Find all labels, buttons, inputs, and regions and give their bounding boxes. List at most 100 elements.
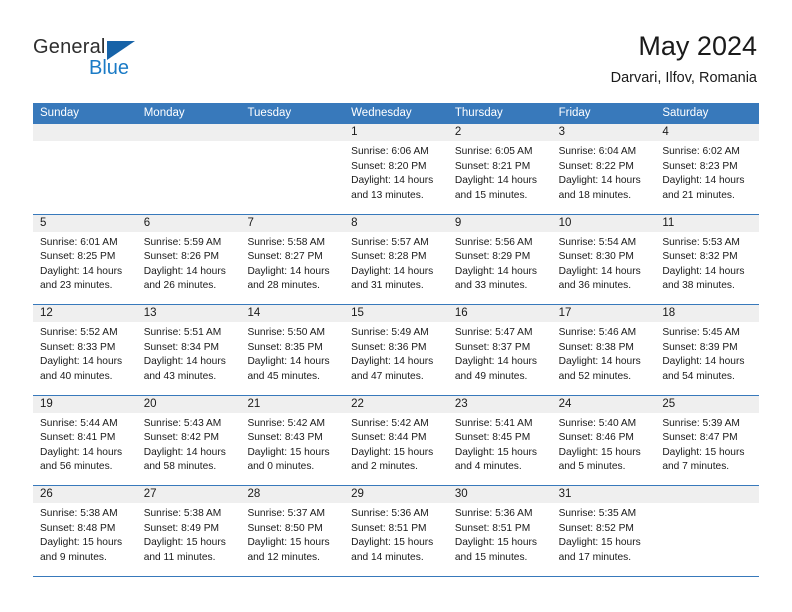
sunset-text: Sunset: 8:50 PM	[247, 522, 323, 534]
daylight-text-line2: and 38 minutes.	[662, 280, 735, 292]
day-sun-info: Sunrise: 5:53 AM Sunset: 8:32 PM Daylight:…	[655, 232, 759, 294]
day-cell-3[interactable]: 3 Sunrise: 6:04 AM Sunset: 8:22 PM Daylight…	[551, 124, 656, 214]
day-number: 31	[551, 486, 656, 503]
day-sun-info: Sunrise: 5:45 AM Sunset: 8:39 PM Daylight:…	[655, 322, 759, 384]
day-cell-29[interactable]: 29 Sunrise: 5:36 AM Sunset: 8:51 PM Dayligh…	[344, 486, 448, 576]
general-blue-logo[interactable]: General Blue	[33, 36, 213, 86]
day-cell-5[interactable]: 5 Sunrise: 6:01 AM Sunset: 8:25 PM Daylight…	[33, 214, 137, 304]
day-cell-18[interactable]: 18 Sunrise: 5:45 AM Sunset: 8:39 PM Dayligh…	[655, 305, 760, 395]
day-number: 8	[344, 214, 448, 232]
day-sun-info: Sunrise: 6:06 AM Sunset: 8:20 PM Daylight:…	[344, 141, 448, 203]
daylight-text-line2: and 33 minutes.	[454, 280, 528, 292]
sunrise-text: Sunrise: 5:37 AM	[247, 508, 326, 519]
daylight-text-line1: Daylight: 15 hours	[454, 446, 537, 458]
daylight-text-line1: Daylight: 14 hours	[454, 175, 537, 187]
daylight-text-line2: and 45 minutes.	[247, 370, 320, 382]
sunrise-text: Sunrise: 5:39 AM	[662, 417, 740, 429]
page-title: May 2024	[638, 31, 757, 61]
sunrise-text: Sunrise: 5:46 AM	[558, 327, 637, 338]
daylight-text-line1: Daylight: 14 hours	[662, 265, 745, 277]
sunset-text: Sunset: 8:28 PM	[351, 251, 427, 263]
sunset-text: Sunset: 8:29 PM	[454, 251, 531, 263]
day-number: 9	[447, 214, 552, 232]
day-cell-10[interactable]: 10 Sunrise: 5:54 AM Sunset: 8:30 PM Dayligh…	[551, 214, 656, 304]
day-number: 15	[344, 305, 448, 322]
day-cell-16[interactable]: 16 Sunrise: 5:47 AM Sunset: 8:37 PM Dayligh…	[447, 305, 552, 395]
weekday-header-friday: Friday	[558, 107, 591, 119]
day-number: 5	[33, 214, 137, 232]
daylight-text-line1: Daylight: 14 hours	[454, 265, 537, 277]
day-cell-4[interactable]: 4 Sunrise: 6:02 AM Sunset: 8:23 PM Daylight…	[655, 124, 760, 214]
day-cell-21[interactable]: 21 Sunrise: 5:42 AM Sunset: 8:43 PM Dayligh…	[240, 395, 345, 485]
day-cell-6[interactable]: 6 Sunrise: 5:59 AM Sunset: 8:26 PM Daylight…	[136, 214, 241, 304]
day-cell-11[interactable]: 11 Sunrise: 5:53 AM Sunset: 8:32 PM Dayligh…	[655, 214, 760, 304]
day-cell-27[interactable]: 27 Sunrise: 5:38 AM Sunset: 8:49 PM Dayligh…	[136, 486, 241, 576]
day-cell-14[interactable]: 14 Sunrise: 5:50 AM Sunset: 8:35 PM Dayligh…	[240, 305, 345, 395]
sunrise-text: Sunrise: 5:53 AM	[662, 236, 740, 248]
daylight-text-line2: and 26 minutes.	[143, 280, 217, 292]
day-number: 6	[136, 214, 241, 232]
daylight-text-line1: Daylight: 14 hours	[558, 356, 641, 368]
day-number: 22	[344, 395, 448, 413]
day-cell-8[interactable]: 8 Sunrise: 5:57 AM Sunset: 8:28 PM Daylight…	[344, 214, 448, 304]
daylight-text-line2: and 56 minutes.	[40, 461, 113, 473]
day-number: 4	[655, 124, 760, 141]
sunset-text: Sunset: 8:30 PM	[558, 251, 634, 263]
daylight-text-line2: and 52 minutes.	[558, 370, 632, 382]
calendar-week-row: 5 Sunrise: 6:01 AM Sunset: 8:25 PM Daylight…	[33, 214, 760, 305]
day-cell-24[interactable]: 24 Sunrise: 5:40 AM Sunset: 8:46 PM Dayligh…	[551, 395, 656, 485]
daylight-text-line1: Daylight: 14 hours	[454, 356, 537, 368]
calendar-week-row: 26 Sunrise: 5:38 AM Sunset: 8:48 PM Dayligh…	[33, 486, 760, 577]
sunrise-text: Sunrise: 5:38 AM	[40, 508, 118, 519]
day-cell-12[interactable]: 12 Sunrise: 5:52 AM Sunset: 8:33 PM Dayligh…	[33, 305, 137, 395]
sunrise-text: Sunrise: 6:06 AM	[351, 146, 429, 157]
calendar-page: General Blue May 2024 Darvari, Ilfov, Ro…	[0, 0, 792, 612]
daylight-text-line2: and 23 minutes.	[40, 280, 113, 292]
daylight-text-line2: and 7 minutes.	[662, 461, 730, 473]
day-cell-17[interactable]: 17 Sunrise: 5:46 AM Sunset: 8:38 PM Dayligh…	[551, 305, 656, 395]
sunrise-text: Sunrise: 5:57 AM	[351, 236, 429, 248]
day-sun-info: Sunrise: 5:39 AM Sunset: 8:47 PM Daylight:…	[655, 413, 759, 475]
day-number: 20	[136, 395, 241, 413]
day-cell-19[interactable]: 19 Sunrise: 5:44 AM Sunset: 8:41 PM Dayligh…	[33, 395, 137, 485]
day-number: 29	[344, 486, 448, 503]
day-cell-9[interactable]: 9 Sunrise: 5:56 AM Sunset: 8:29 PM Daylight…	[447, 214, 552, 304]
daylight-text-line1: Daylight: 14 hours	[351, 265, 434, 277]
sunset-text: Sunset: 8:34 PM	[143, 341, 220, 353]
day-cell-28[interactable]: 28 Sunrise: 5:37 AM Sunset: 8:50 PM Dayligh…	[240, 486, 345, 576]
day-number: 1	[344, 124, 448, 141]
day-cell-22[interactable]: 22 Sunrise: 5:42 AM Sunset: 8:44 PM Dayligh…	[344, 395, 448, 485]
day-cell-15[interactable]: 15 Sunrise: 5:49 AM Sunset: 8:36 PM Dayligh…	[344, 305, 448, 395]
day-cell-7[interactable]: 7 Sunrise: 5:58 AM Sunset: 8:27 PM Daylight…	[240, 214, 345, 304]
day-number: 25	[655, 395, 760, 413]
sunset-text: Sunset: 8:43 PM	[247, 432, 323, 444]
day-cell-20[interactable]: 20 Sunrise: 5:43 AM Sunset: 8:42 PM Dayligh…	[136, 395, 241, 485]
day-cell-2[interactable]: 2 Sunrise: 6:05 AM Sunset: 8:21 PM Daylight…	[447, 124, 552, 214]
daylight-text-line1: Daylight: 14 hours	[143, 446, 226, 458]
day-number: 2	[447, 124, 552, 141]
day-sun-info: Sunrise: 6:04 AM Sunset: 8:22 PM Daylight:…	[552, 141, 656, 203]
day-cell-30[interactable]: 30 Sunrise: 5:36 AM Sunset: 8:51 PM Dayligh…	[447, 486, 552, 576]
day-cell-26[interactable]: 26 Sunrise: 5:38 AM Sunset: 8:48 PM Dayligh…	[33, 486, 137, 576]
day-cell-25[interactable]: 25 Sunrise: 5:39 AM Sunset: 8:47 PM Dayligh…	[655, 395, 760, 485]
daylight-text-line1: Daylight: 14 hours	[351, 175, 434, 187]
day-number: 26	[33, 486, 137, 503]
weekday-header-saturday: Saturday	[662, 107, 709, 119]
day-cell-23[interactable]: 23 Sunrise: 5:41 AM Sunset: 8:45 PM Dayligh…	[447, 395, 552, 485]
day-sun-info: Sunrise: 5:43 AM Sunset: 8:42 PM Daylight:…	[137, 413, 241, 475]
day-cell-31[interactable]: 31 Sunrise: 5:35 AM Sunset: 8:52 PM Dayligh…	[551, 486, 656, 576]
page-subtitle: Darvari, Ilfov, Romania	[610, 70, 757, 86]
sunset-text: Sunset: 8:23 PM	[662, 160, 738, 172]
daylight-text-line1: Daylight: 15 hours	[247, 537, 330, 549]
weekday-header-row: Sunday Monday Tuesday Wednesday Thursday Frid…	[33, 103, 759, 124]
day-number	[136, 124, 241, 141]
day-number: 14	[240, 305, 345, 322]
daylight-text-line2: and 21 minutes.	[662, 189, 735, 201]
sunset-text: Sunset: 8:41 PM	[40, 432, 116, 444]
title-block: May 2024 Darvari, Ilfov, Romania	[611, 30, 757, 88]
day-cell-13[interactable]: 13 Sunrise: 5:51 AM Sunset: 8:34 PM Dayligh…	[136, 305, 241, 395]
day-sun-info: Sunrise: 5:38 AM Sunset: 8:49 PM Daylight:…	[137, 503, 241, 565]
day-sun-info: Sunrise: 5:47 AM Sunset: 8:37 PM Daylight:…	[448, 322, 552, 384]
day-cell-1[interactable]: 1 Sunrise: 6:06 AM Sunset: 8:20 PM Daylight…	[344, 124, 448, 214]
logo-text-general: General	[33, 36, 106, 58]
